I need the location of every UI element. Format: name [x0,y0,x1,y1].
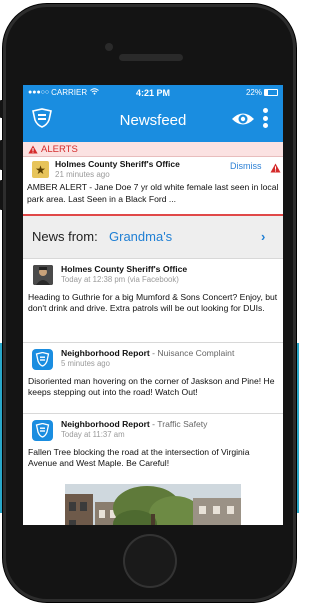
feed-post[interactable]: Holmes County Sheriff's Office Today at … [23,259,283,343]
neighborhood-report-icon [32,420,53,441]
dismiss-button[interactable]: Dismiss [230,161,262,171]
earpiece-speaker [119,54,183,61]
sheriff-avatar [33,265,53,285]
app-screen: ●●●○○ CARRIER 4:21 PM 22% Newsfeed ALERT… [23,85,283,525]
status-time: 4:21 PM [135,87,170,98]
neighborhood-report-icon [32,349,53,370]
app-header: ●●●○○ CARRIER 4:21 PM 22% Newsfeed [23,85,283,142]
chevron-right-icon[interactable]: › [261,229,265,244]
mute-switch [0,100,3,118]
warning-icon [28,145,38,153]
battery-icon [264,89,278,96]
alerts-section-header: ALERTS [23,142,283,157]
post-source: Neighborhood Report - Nuisance Complaint [61,348,235,358]
feed-post[interactable]: Neighborhood Report - Traffic Safety Tod… [23,414,283,525]
alert-text: AMBER ALERT - Jane Doe 7 yr old white fe… [27,182,279,204]
warning-icon [270,160,281,178]
post-text: Fallen Tree blocking the road at the int… [28,447,250,469]
news-source-selector[interactable]: News from: Grandma's › [23,216,283,259]
volume-down-button [0,180,3,210]
post-time: 5 minutes ago [61,359,110,368]
post-source: Holmes County Sheriff's Office [61,264,188,274]
alert-time: 21 minutes ago [55,170,110,179]
more-vertical-icon[interactable] [263,108,269,130]
news-from-value[interactable]: Grandma's [109,229,172,244]
eye-icon[interactable] [231,110,255,128]
nav-bar: Newsfeed [23,100,283,142]
alert-item[interactable]: ★ Holmes County Sheriff's Office 21 minu… [23,157,283,216]
front-camera [105,43,113,51]
post-text: Heading to Guthrie for a big Mumford & S… [28,292,278,314]
sheriff-badge-icon: ★ [32,161,49,178]
post-time: Today at 11:37 am [61,430,125,439]
phone-frame: ●●●○○ CARRIER 4:21 PM 22% Newsfeed ALERT… [0,4,296,602]
post-photo[interactable] [65,484,241,525]
home-button[interactable] [123,534,177,588]
post-text: Disoriented man hovering on the corner o… [28,376,275,398]
news-from-label: News from: [32,229,98,244]
post-time: Today at 12:38 pm (via Facebook) [61,275,179,284]
feed-post[interactable]: Neighborhood Report - Nuisance Complaint… [23,343,283,414]
alerts-label: ALERTS [41,143,78,155]
post-source: Neighborhood Report - Traffic Safety [61,419,208,429]
alert-source: Holmes County Sheriff's Office [55,159,180,169]
volume-up-button [0,140,3,170]
status-bar: ●●●○○ CARRIER 4:21 PM 22% [23,85,283,100]
